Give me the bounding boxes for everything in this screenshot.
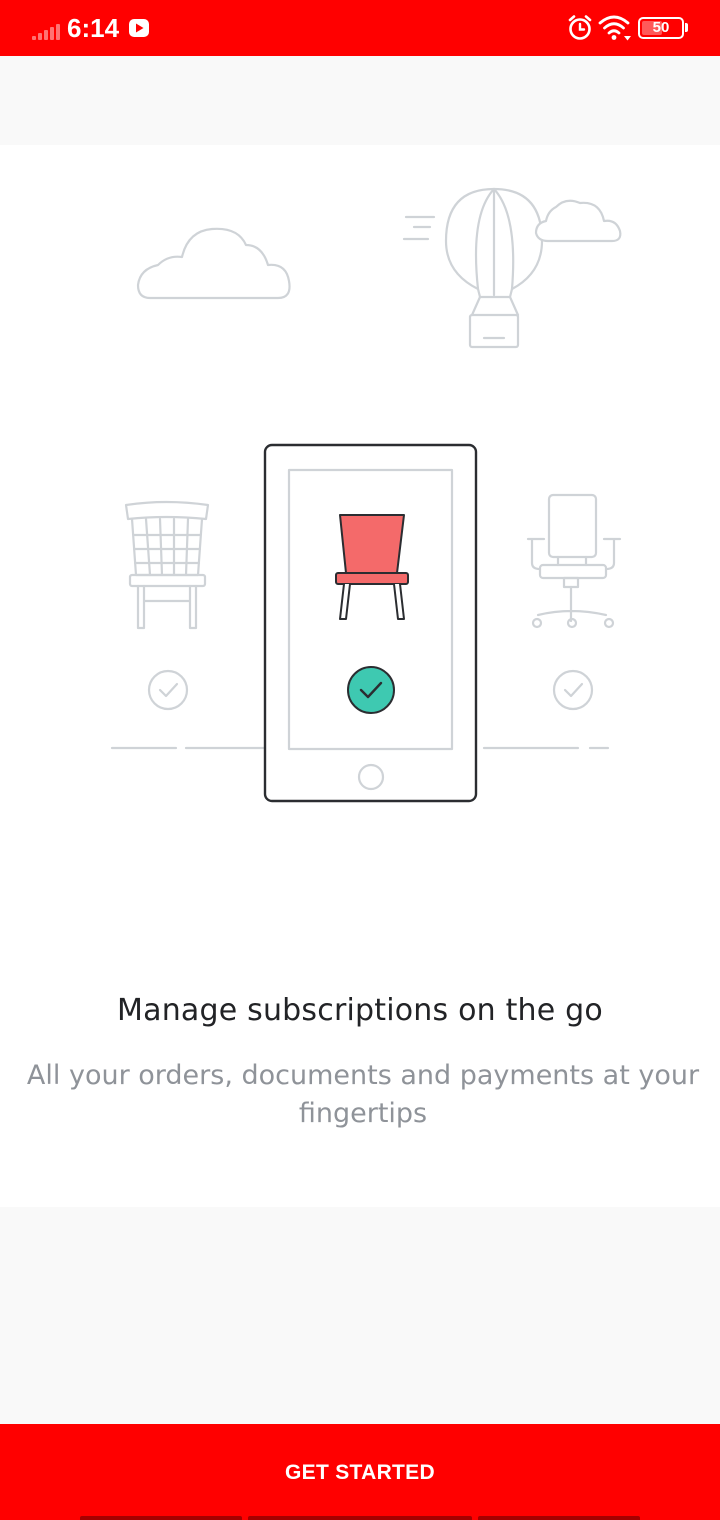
onboarding-illustration (110, 187, 622, 803)
battery-level: 50 (652, 19, 670, 36)
alarm-icon (568, 15, 592, 40)
nav-hint-bar (248, 1516, 472, 1520)
onboarding-card: Manage subscriptions on the go All your … (0, 145, 720, 1207)
wifi-icon (598, 15, 631, 41)
onboarding-title: Manage subscriptions on the go (117, 993, 603, 1028)
get-started-label: GET STARTED (285, 1461, 435, 1484)
onboarding-screen: 6:14 50 Manage subscriptions on the go A… (0, 0, 720, 1520)
get-started-button[interactable]: GET STARTED (0, 1424, 720, 1520)
youtube-icon (129, 19, 149, 37)
hot-air-balloon-icon (402, 187, 622, 349)
signal-icon (32, 24, 62, 40)
nav-hint-bar (478, 1516, 640, 1520)
chair-icon (124, 500, 210, 630)
battery-tip (685, 23, 688, 32)
status-bar: 6:14 50 (0, 0, 720, 56)
office-chair-icon (526, 493, 622, 629)
status-time: 6:14 (67, 13, 120, 43)
check-circle-icon (147, 669, 189, 711)
check-circle-icon (552, 669, 594, 711)
nav-hint-bar (80, 1516, 242, 1520)
onboarding-subtitle: All your orders, documents and payments … (26, 1060, 700, 1129)
phone-icon (263, 443, 478, 803)
cloud-icon (136, 227, 291, 300)
